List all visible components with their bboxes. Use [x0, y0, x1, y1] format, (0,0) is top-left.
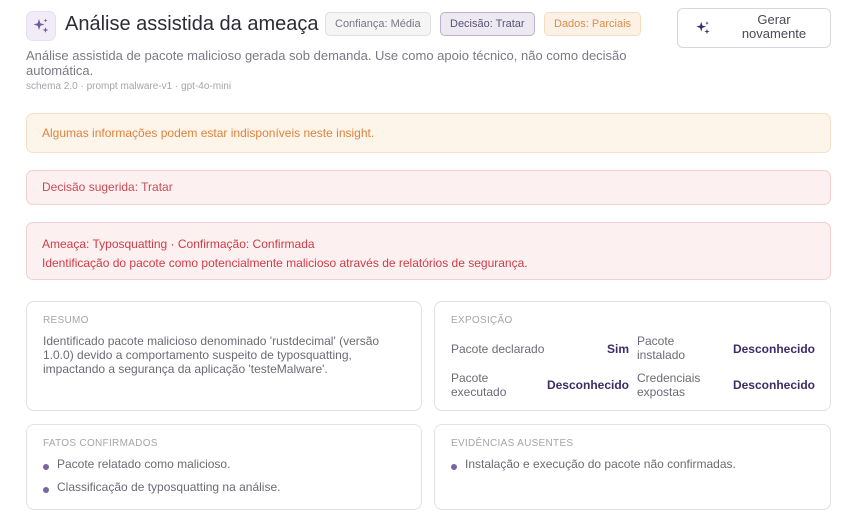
regenerate-button-label: Gerar novamente: [741, 12, 807, 41]
exposure-item-label: Pacote declarado: [451, 342, 545, 356]
page-header: Análise assistida da ameaça Confiança: M…: [26, 8, 831, 50]
confirmed-facts-card: FATOS CONFIRMADOS Pacote relatado como m…: [26, 424, 422, 510]
sparkles-icon: [695, 20, 711, 39]
suggested-decision-text: Decisão sugerida: Tratar: [42, 180, 173, 194]
list-item: Classificação de typosquatting na anális…: [43, 480, 280, 494]
missing-evidence-list: Instalação e execução do pacote não conf…: [451, 457, 736, 480]
exposure-item-installed: Pacote instalado Desconhecido: [637, 333, 815, 363]
exposure-item-label: Pacote executado: [451, 371, 507, 399]
exposure-item-value: Desconhecido: [546, 378, 629, 392]
exposure-item-declared: Pacote declarado Sim: [451, 340, 629, 368]
confirmed-facts-list: Pacote relatado como malicioso. Classifi…: [43, 457, 280, 503]
suggested-decision-alert: Decisão sugerida: Tratar: [26, 170, 831, 205]
data-status-badge: Dados: Parciais: [544, 12, 642, 36]
confidence-badge: Confiança: Média: [325, 12, 431, 36]
bullet-dot-icon: [451, 464, 457, 470]
exposure-item-value: Sim: [606, 342, 629, 356]
exposure-item-label: Credenciais expostas: [637, 371, 701, 399]
exposure-card-title: EXPOSIÇÃO: [451, 315, 513, 326]
partial-data-alert-text: Algumas informações podem estar indispon…: [42, 126, 375, 140]
bullet-dot-icon: [43, 487, 49, 493]
regenerate-button[interactable]: Gerar novamente: [677, 8, 831, 48]
summary-card-title: RESUMO: [43, 315, 89, 326]
partial-data-alert: Algumas informações podem estar indispon…: [26, 113, 831, 153]
confirmed-facts-title: FATOS CONFIRMADOS: [43, 438, 158, 449]
exposure-item-value: Desconhecido: [732, 342, 815, 356]
summary-text: Identificado pacote malicioso denominado…: [43, 334, 380, 376]
schema-meta: schema 2.0 · prompt malware-v1 · gpt-4o-…: [26, 81, 232, 92]
page-title: Análise assistida da ameaça: [65, 13, 319, 35]
summary-card: RESUMO Identificado pacote malicioso den…: [26, 301, 422, 411]
missing-evidence-title: EVIDÊNCIAS AUSENTES: [451, 438, 574, 449]
exposure-item-executed: Pacote executado Desconhecido: [451, 370, 629, 400]
sparkles-icon: [26, 11, 56, 41]
exposure-card: EXPOSIÇÃO Pacote declarado Sim Pacote in…: [434, 301, 831, 411]
threat-detail-line: Identificação do pacote como potencialme…: [42, 256, 528, 270]
list-item: Pacote relatado como malicioso.: [43, 457, 280, 471]
page-description: Análise assistida de pacote malicioso ge…: [26, 48, 627, 78]
bullet-dot-icon: [43, 464, 49, 470]
list-item: Instalação e execução do pacote não conf…: [451, 457, 736, 471]
exposure-item-value: Desconhecido: [732, 378, 815, 392]
threat-alert: Ameaça: Typosquatting · Confirmação: Con…: [26, 222, 831, 280]
missing-evidence-card: EVIDÊNCIAS AUSENTES Instalação e execuçã…: [434, 424, 831, 510]
exposure-item-credentials: Credenciais expostas Desconhecido: [637, 370, 815, 400]
decision-badge: Decisão: Tratar: [440, 12, 535, 36]
exposure-item-label: Pacote instalado: [637, 334, 686, 362]
threat-type-line: Ameaça: Typosquatting · Confirmação: Con…: [42, 237, 315, 251]
